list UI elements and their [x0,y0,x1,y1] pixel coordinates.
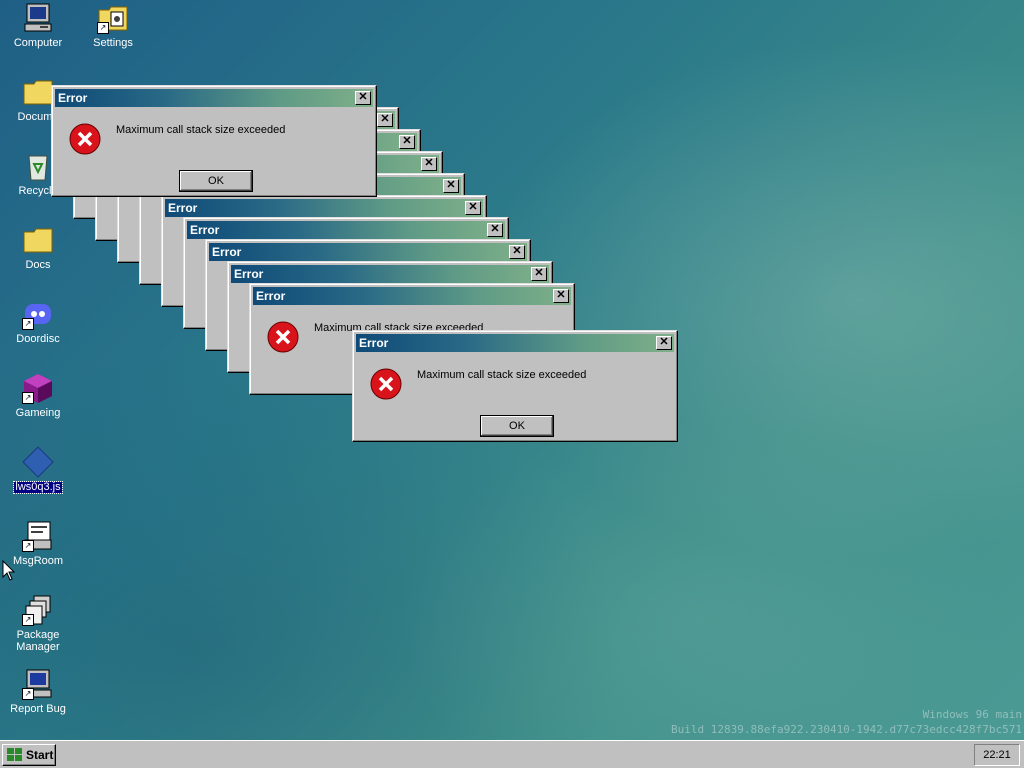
msgroom-icon: ↗ [22,520,54,552]
desktop-icon-settings[interactable]: ↗ Settings [75,2,151,49]
shortcut-arrow-icon: ↗ [22,688,34,700]
dialog-title: Error [212,245,242,259]
ok-button[interactable]: OK [179,170,253,192]
desktop-icon-label: lws0q3.js [13,481,63,494]
shortcut-arrow-icon: ↗ [22,318,34,330]
close-button[interactable]: ✕ [421,157,437,171]
taskbar: Start 22:21 [0,740,1024,768]
desktop-icon-report-bug[interactable]: ↗ Report Bug [0,668,76,715]
desktop-icon-label: Gameing [15,407,61,419]
start-label: Start [26,748,54,762]
js-file-icon [22,446,54,478]
shortcut-arrow-icon: ↗ [22,540,34,552]
recycle-bin-icon [22,150,54,182]
error-dialog-active[interactable]: Error ✕ Maximum call stack size exceeded … [352,330,678,442]
documents-folder-icon [22,76,54,108]
dialog-title: Error [168,201,198,215]
system-tray-clock[interactable]: 22:21 [974,744,1020,766]
error-icon [370,368,402,400]
start-logo-icon [7,748,23,762]
dialog-titlebar[interactable]: Error ✕ [356,334,674,352]
desktop-icon-label-line2: Manager [16,641,60,653]
desktop-icon-doordisc[interactable]: ↗ Doordisc [0,298,76,345]
dialog-titlebar[interactable]: Error ✕ [253,287,571,305]
dialog-titlebar[interactable]: Error ✕ [187,221,505,239]
dialog-titlebar[interactable]: Error ✕ [165,199,483,217]
desktop-icon-label: Docs [25,259,51,271]
desktop-icon-label: Settings [93,37,133,49]
dialog-title: Error [234,267,264,281]
desktop-icon-label: Package [16,629,60,641]
folder-icon [22,224,54,256]
close-button[interactable]: ✕ [443,179,459,193]
watermark-line2: Build 12839.88efa922.230410-1942.d77c73e… [671,723,1022,736]
dialog-title: Error [190,223,220,237]
desktop-icon-js-file[interactable]: lws0q3.js [0,446,76,494]
desktop-icon-label: MsgRoom [12,555,64,567]
error-icon [267,321,299,353]
package-manager-icon: ↗ [22,594,54,626]
doordisc-icon: ↗ [22,298,54,330]
desktop-icon-package-manager[interactable]: ↗ Package Manager [0,594,76,653]
close-button[interactable]: ✕ [355,91,371,105]
desktop[interactable]: Computer ↗ Settings Docume Recycle Docs … [0,0,1024,740]
start-button[interactable]: Start [2,744,56,766]
close-button[interactable]: ✕ [399,135,415,149]
desktop-icon-label: Computer [13,37,63,49]
settings-folder-icon: ↗ [97,2,129,34]
dialog-titlebar[interactable]: Error ✕ [55,89,373,107]
computer-icon [22,2,54,34]
desktop-icon-label: Doordisc [16,333,60,345]
dialog-title: Error [359,336,389,350]
error-icon [69,123,101,155]
close-button[interactable]: ✕ [509,245,525,259]
close-button[interactable]: ✕ [377,113,393,127]
close-button[interactable]: ✕ [553,289,569,303]
desktop-icon-gameing[interactable]: ↗ Gameing [0,372,76,419]
shortcut-arrow-icon: ↗ [97,22,109,34]
watermark-line1: Windows 96 main [922,708,1022,721]
dialog-title: Error [58,91,88,105]
dialog-title: Error [256,289,286,303]
close-button[interactable]: ✕ [531,267,547,281]
desktop-icon-label: Report Bug [10,703,66,715]
desktop-icon-computer[interactable]: Computer [0,2,76,49]
report-bug-icon: ↗ [22,668,54,700]
gameing-icon: ↗ [22,372,54,404]
dialog-titlebar[interactable]: Error ✕ [209,243,527,261]
shortcut-arrow-icon: ↗ [22,392,34,404]
error-message: Maximum call stack size exceeded [116,124,286,136]
close-button[interactable]: ✕ [656,336,672,350]
close-button[interactable]: ✕ [465,201,481,215]
shortcut-arrow-icon: ↗ [22,614,34,626]
build-watermark: Windows 96 main Build 12839.88efa922.230… [671,707,1022,737]
close-button[interactable]: ✕ [487,223,503,237]
error-dialog[interactable]: Error ✕ Maximum call stack size exceeded … [51,85,377,197]
desktop-icon-docs[interactable]: Docs [0,224,76,271]
ok-button[interactable]: OK [480,415,554,437]
dialog-titlebar[interactable]: Error ✕ [231,265,549,283]
mouse-cursor-icon [2,559,16,582]
error-message: Maximum call stack size exceeded [417,369,587,381]
